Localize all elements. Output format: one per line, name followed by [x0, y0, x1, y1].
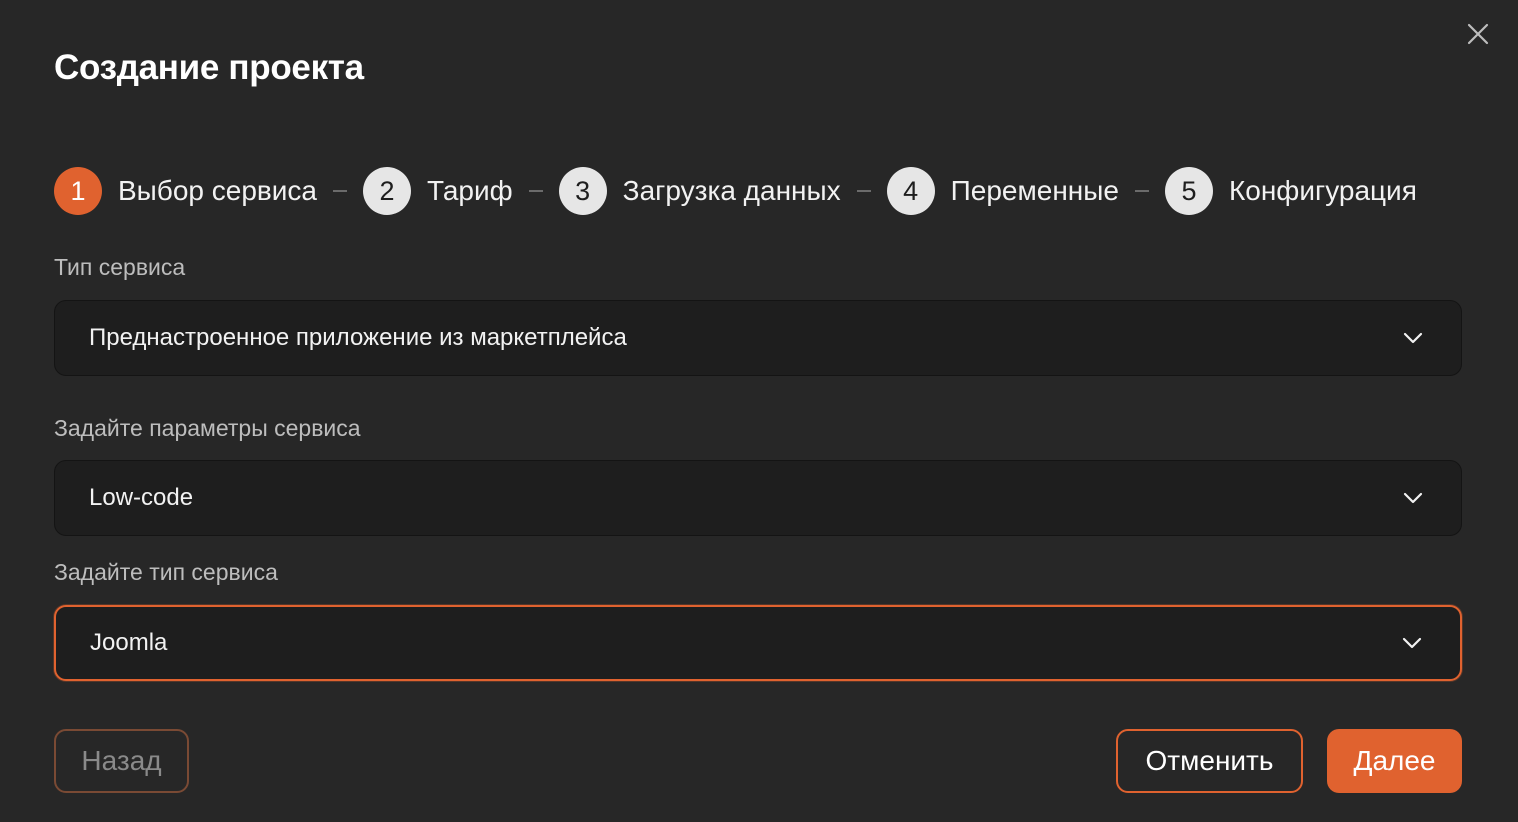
service-kind-label: Задайте тип сервиса — [54, 559, 278, 585]
step-separator — [856, 190, 871, 192]
step-variables[interactable]: 4 Переменные — [886, 167, 1119, 215]
step-separator — [1134, 190, 1149, 192]
step-label: Выбор сервиса — [118, 175, 317, 206]
step-label: Загрузка данных — [622, 175, 841, 206]
step-number: 3 — [558, 167, 607, 215]
chevron-down-icon — [1400, 631, 1424, 655]
chevron-down-icon — [1401, 326, 1425, 350]
step-label: Тариф — [427, 175, 513, 206]
create-project-dialog: Создание проекта 1 Выбор сервиса 2 Тариф… — [0, 0, 1518, 822]
select-value: Преднастроенное приложение из маркетплей… — [89, 324, 627, 351]
step-number: 2 — [363, 167, 411, 215]
dialog-title: Создание проекта — [54, 48, 364, 87]
stepper: 1 Выбор сервиса 2 Тариф 3 Загрузка данны… — [54, 167, 1417, 215]
service-kind-select[interactable]: Joomla — [54, 605, 1462, 681]
step-configuration[interactable]: 5 Конфигурация — [1164, 167, 1417, 215]
step-service-selection[interactable]: 1 Выбор сервиса — [54, 167, 317, 215]
cancel-button[interactable]: Отменить — [1116, 729, 1303, 793]
step-separator — [333, 190, 347, 192]
step-tariff[interactable]: 2 Тариф — [363, 167, 513, 215]
next-button[interactable]: Далее — [1327, 729, 1462, 793]
select-value: Low-code — [89, 484, 194, 511]
service-params-select[interactable]: Low-code — [54, 460, 1462, 536]
close-icon — [1467, 23, 1489, 50]
service-params-label: Задайте параметры сервиса — [54, 415, 361, 441]
step-label: Конфигурация — [1228, 175, 1417, 206]
step-number: 1 — [54, 167, 102, 215]
step-separator — [528, 190, 543, 192]
service-type-select[interactable]: Преднастроенное приложение из маркетплей… — [54, 300, 1462, 376]
step-number: 5 — [1164, 167, 1213, 215]
step-data-upload[interactable]: 3 Загрузка данных — [558, 167, 841, 215]
step-number: 4 — [886, 167, 935, 215]
chevron-down-icon — [1401, 486, 1425, 510]
service-type-label: Тип сервиса — [54, 254, 186, 280]
step-label: Переменные — [950, 175, 1119, 206]
select-value: Joomla — [90, 629, 168, 656]
close-button[interactable] — [1460, 18, 1496, 54]
back-button[interactable]: Назад — [54, 729, 189, 793]
